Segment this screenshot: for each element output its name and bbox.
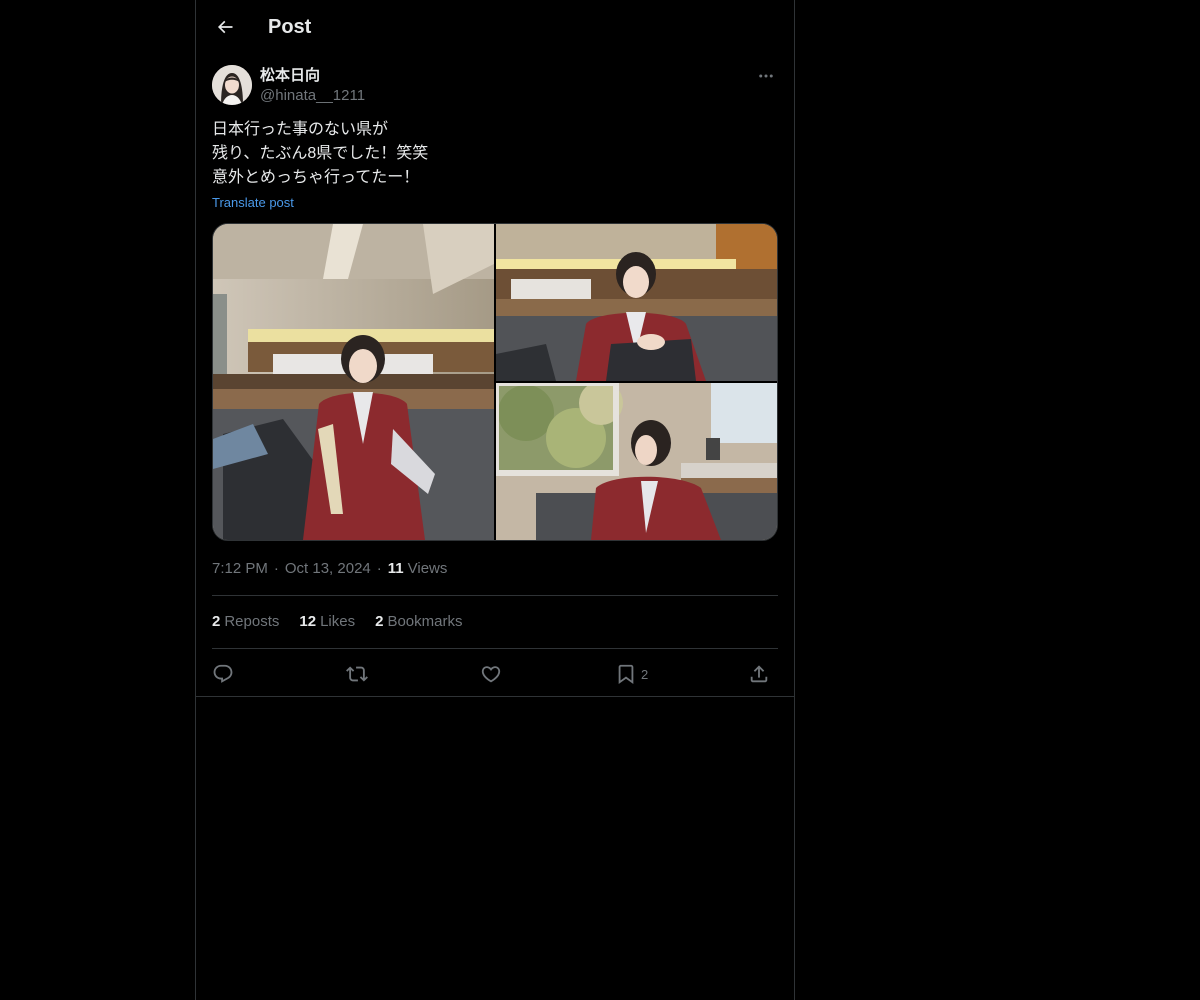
back-button[interactable]: [208, 10, 242, 44]
arrow-left-icon: [217, 20, 233, 34]
avatar[interactable]: [212, 65, 252, 105]
post-text: 日本行った事のない県が 残り、たぶん8県でした！笑笑 意外とめっちゃ行ってたー！: [212, 121, 429, 186]
media-photo-2[interactable]: [496, 224, 777, 381]
ellipsis-icon: [759, 74, 773, 78]
media-photo-3[interactable]: [496, 383, 777, 540]
author-handle[interactable]: @hinata__1211: [260, 86, 365, 106]
like-button[interactable]: [480, 658, 502, 690]
bookmark-button[interactable]: 2: [615, 658, 648, 690]
reply-icon: [213, 664, 233, 683]
repost-button[interactable]: [346, 658, 368, 690]
reposts-label: Reposts: [224, 613, 280, 630]
post-stats: 2 Reposts 12 Likes 2 Bookmarks: [212, 612, 482, 632]
likes-count: 12: [299, 613, 317, 630]
more-options-button[interactable]: [754, 64, 778, 88]
divider: [212, 595, 778, 596]
primary-column: Post 松本日向 @hinata__1211 日本行った事のない県が 残り、た…: [195, 0, 795, 1000]
repost-icon: [346, 666, 368, 682]
views-label: Views: [407, 560, 448, 577]
bookmarks-label: Bookmarks: [387, 613, 463, 630]
likes-label: Likes: [320, 613, 356, 630]
divider: [196, 696, 794, 697]
reply-button[interactable]: [212, 658, 234, 690]
reposts-count: 2: [212, 613, 221, 630]
meta-separator: ·: [273, 560, 279, 577]
post-author: 松本日向 @hinata__1211: [212, 64, 778, 108]
divider: [212, 648, 778, 649]
bookmarks-stat[interactable]: 2 Bookmarks: [375, 612, 462, 632]
bookmark-action-count: 2: [641, 666, 649, 682]
heart-icon: [481, 666, 501, 683]
views-count: 11: [387, 560, 404, 577]
likes-stat[interactable]: 12 Likes: [299, 612, 355, 632]
post-time[interactable]: 7:12 PM: [212, 559, 268, 579]
media-grid: [212, 223, 778, 541]
page-title: Post: [268, 16, 312, 38]
author-display-name[interactable]: 松本日向: [260, 66, 320, 86]
post-date[interactable]: Oct 13, 2024: [285, 559, 371, 579]
share-icon: [750, 665, 768, 683]
post-meta: 7:12 PM · Oct 13, 2024 · 11 Views: [212, 559, 447, 579]
meta-separator: ·: [376, 560, 382, 577]
action-bar: 2: [212, 658, 778, 690]
page-header: Post: [196, 0, 794, 54]
translate-post-link[interactable]: Translate post: [212, 194, 294, 212]
bookmarks-count: 2: [375, 613, 384, 630]
bookmark-icon: [618, 664, 634, 685]
reposts-stat[interactable]: 2 Reposts: [212, 612, 279, 632]
share-button[interactable]: [748, 658, 770, 690]
media-photo-1[interactable]: [213, 224, 494, 540]
